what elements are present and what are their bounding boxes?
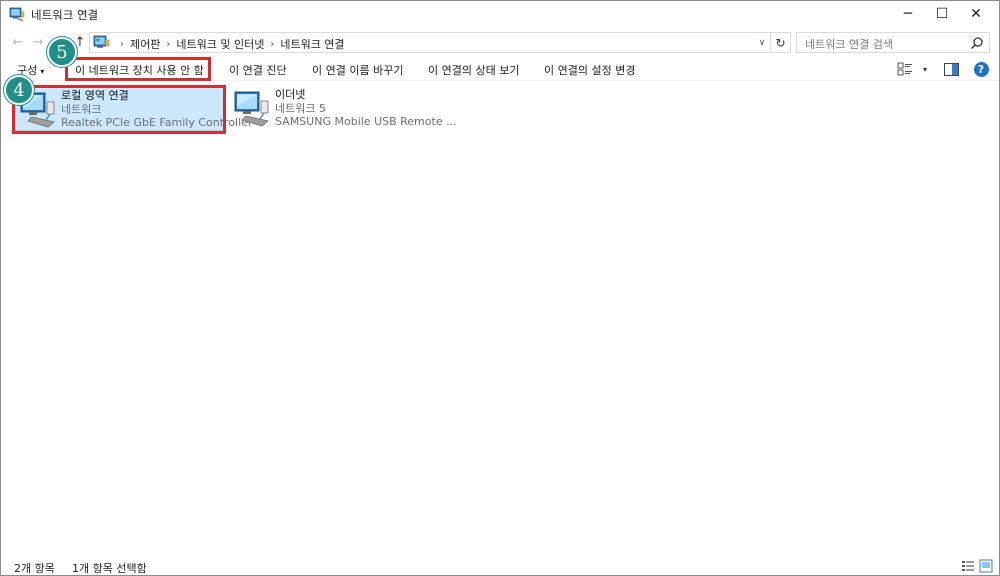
step-callout-4: 4 (4, 75, 34, 105)
breadcrumb: › 제어판 › 네트워크 및 인터넷 › 네트워크 연결 (114, 36, 345, 52)
view-options-dropdown[interactable]: ▾ (916, 60, 934, 78)
preview-pane-icon (943, 62, 959, 76)
control-panel-icon (93, 35, 110, 48)
network-connections-window: 네트워크 연결 ─ ☐ ✕ ← → ↑ › 제어판 › 네트워크 및 인터넷 ›… (0, 0, 1000, 576)
large-icons-view-icon[interactable] (979, 559, 993, 573)
back-arrow-icon: ← (12, 34, 24, 50)
network-adapter-icon (234, 91, 269, 127)
step-callout-5: 5 (47, 37, 77, 67)
change-settings-button[interactable]: 이 연결의 설정 변경 (544, 62, 635, 78)
forward-button[interactable]: → (29, 33, 47, 51)
search-placeholder: 네트워크 연결 검색 (805, 38, 893, 51)
network-connections-icon (9, 7, 25, 22)
title-bar[interactable]: 네트워크 연결 ─ ☐ ✕ (1, 1, 999, 27)
connection-adapter: SAMSUNG Mobile USB Remote ... (275, 115, 457, 128)
address-dropdown-button[interactable]: ∨ (755, 35, 769, 51)
chevron-down-icon: ∨ (758, 38, 766, 48)
connection-name: 이더넷 (275, 88, 306, 101)
search-input[interactable]: 네트워크 연결 검색 (796, 32, 990, 53)
chevron-down-icon: ▾ (40, 67, 45, 76)
breadcrumb-separator: › (166, 38, 171, 50)
chevron-down-icon: ▾ (922, 64, 927, 74)
search-icon (970, 37, 983, 50)
breadcrumb-network-internet[interactable]: 네트워크 및 인터넷 (176, 36, 264, 52)
selected-item-highlight (12, 85, 226, 134)
breadcrumb-separator: › (120, 38, 124, 50)
forward-arrow-icon: → (32, 34, 44, 50)
connection-item-text: 이더넷 네트워크 5 SAMSUNG Mobile USB Remote ... (275, 88, 457, 129)
diagnose-connection-button[interactable]: 이 연결 진단 (229, 62, 287, 78)
address-bar[interactable]: › 제어판 › 네트워크 및 인터넷 › 네트워크 연결 ∨ (89, 32, 771, 53)
maximize-icon: ☐ (935, 6, 949, 22)
back-button[interactable]: ← (9, 33, 27, 51)
disable-device-highlight (65, 57, 211, 81)
close-button[interactable]: ✕ (953, 1, 999, 27)
breadcrumb-control-panel[interactable]: 제어판 (130, 36, 160, 52)
preview-pane-button[interactable] (942, 60, 960, 78)
help-button[interactable]: ? (972, 60, 990, 78)
selected-count: 1개 항목 선택함 (72, 562, 147, 575)
rename-connection-button[interactable]: 이 연결 이름 바꾸기 (312, 62, 403, 78)
window-title: 네트워크 연결 (31, 8, 99, 22)
change-view-icon (897, 62, 912, 76)
breadcrumb-separator: › (270, 38, 275, 50)
status-bar: 2개 항목 1개 항목 선택함 (1, 557, 999, 576)
connection-network: 네트워크 5 (275, 101, 326, 115)
change-view-button[interactable] (896, 60, 914, 78)
address-row: ← → ↑ › 제어판 › 네트워크 및 인터넷 › 네트워크 연결 ∨ ↻ 네… (1, 29, 999, 55)
refresh-icon: ↻ (775, 35, 786, 50)
breadcrumb-network-connections[interactable]: 네트워크 연결 (280, 36, 344, 52)
refresh-button[interactable]: ↻ (771, 32, 791, 53)
help-icon: ? (973, 61, 989, 77)
connection-item-ethernet[interactable]: 이더넷 네트워크 5 SAMSUNG Mobile USB Remote ... (230, 87, 457, 131)
minimize-icon: ─ (903, 6, 913, 22)
view-status-button[interactable]: 이 연결의 상태 보기 (428, 62, 519, 78)
close-icon: ✕ (970, 6, 982, 22)
details-view-icon[interactable] (961, 559, 975, 573)
item-count: 2개 항목 (14, 562, 55, 575)
